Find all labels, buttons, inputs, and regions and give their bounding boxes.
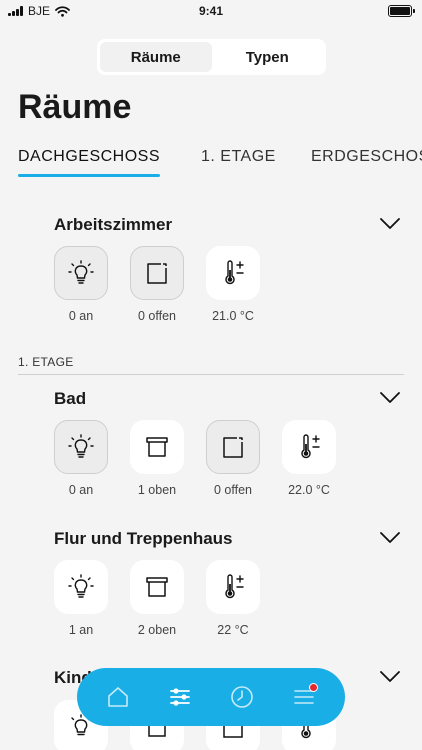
thermometer-icon [301,434,320,459]
tile-label: 1 oben [137,483,177,497]
tile-lights: 0 an [54,246,108,323]
room-title: Arbeitszimmer [54,215,173,234]
nav-home[interactable] [98,677,138,717]
section-label: 1. ETAGE [18,355,74,369]
temperature-button[interactable] [206,246,260,300]
tile-temperature: 21.0 °C [206,246,260,323]
tile-label: 0 offen [213,483,252,497]
room-tiles: 0 an 0 offen 21.0 °C [54,246,260,323]
divider [18,374,404,375]
floor-tabs: DACHGESCHOSS 1. ETAGE ERDGESCHOSS [0,148,422,182]
notification-badge [309,683,318,692]
tile-lights: 1 an [54,560,108,637]
temperature-button[interactable] [206,560,260,614]
tile-windows: 0 offen [130,246,184,323]
chevron-down-icon[interactable] [380,218,400,230]
tile-label: 22 °C [217,623,249,637]
status-bar: BJE 9:41 [0,0,422,22]
nav-menu[interactable] [284,677,324,717]
blinds-button[interactable] [130,560,184,614]
battery-icon [388,5,415,17]
light-bulb-icon [68,434,94,458]
room-title: Bad [54,389,87,408]
tile-label: 1 an [68,623,94,637]
tile-temperature: 22.0 °C [282,420,336,497]
tile-temperature: 22 °C [206,560,260,637]
segment-raeume[interactable]: Räume [100,42,212,72]
page-title: Räume [18,88,132,126]
window-icon [147,263,167,284]
controls-icon [170,688,190,706]
tile-label: 0 offen [137,309,176,323]
segment-typen[interactable]: Typen [212,42,324,72]
chevron-down-icon[interactable] [380,392,400,404]
windows-button[interactable] [130,246,184,300]
status-time: 9:41 [198,4,224,18]
temperature-button[interactable] [282,420,336,474]
room-tiles: 1 an 2 oben 22 °C [54,560,260,637]
chevron-down-icon[interactable] [380,671,400,683]
blinds-button[interactable] [130,420,184,474]
light-bulb-icon [68,260,94,284]
nav-timer[interactable] [222,677,262,717]
tile-blinds: 1 oben [130,420,184,497]
tile-label: 2 oben [137,623,177,637]
room-title: Flur und Treppenhaus [54,529,233,548]
window-icon [223,437,243,458]
tile-label: 0 an [68,483,94,497]
tile-label: 21.0 °C [212,309,254,323]
light-bulb-icon [68,574,94,598]
tile-label: 22.0 °C [288,483,330,497]
tab-dachgeschoss[interactable]: DACHGESCHOSS [18,148,161,177]
windows-button[interactable] [206,420,260,474]
chevron-down-icon[interactable] [380,532,400,544]
tile-blinds: 2 oben [130,560,184,637]
nav-controls[interactable] [160,677,200,717]
thermometer-icon [225,260,244,285]
tab-erdgeschoss[interactable]: ERDGESCHOSS [311,148,422,166]
room-tiles: 0 an 1 oben 0 offen 22.0 °C [54,420,336,497]
lights-button[interactable] [54,560,108,614]
view-switcher: Räume Typen [97,39,326,75]
blind-icon [146,577,168,597]
lights-button[interactable] [54,420,108,474]
clock-icon [231,686,253,708]
lights-button[interactable] [54,246,108,300]
home-icon [108,687,128,707]
tile-windows: 0 offen [206,420,260,497]
tile-label: 0 an [68,309,94,323]
tab-1-etage[interactable]: 1. ETAGE [201,148,276,166]
bottom-navigation [77,668,345,726]
tile-lights: 0 an [54,420,108,497]
thermometer-icon [225,574,244,599]
blind-icon [146,437,168,457]
